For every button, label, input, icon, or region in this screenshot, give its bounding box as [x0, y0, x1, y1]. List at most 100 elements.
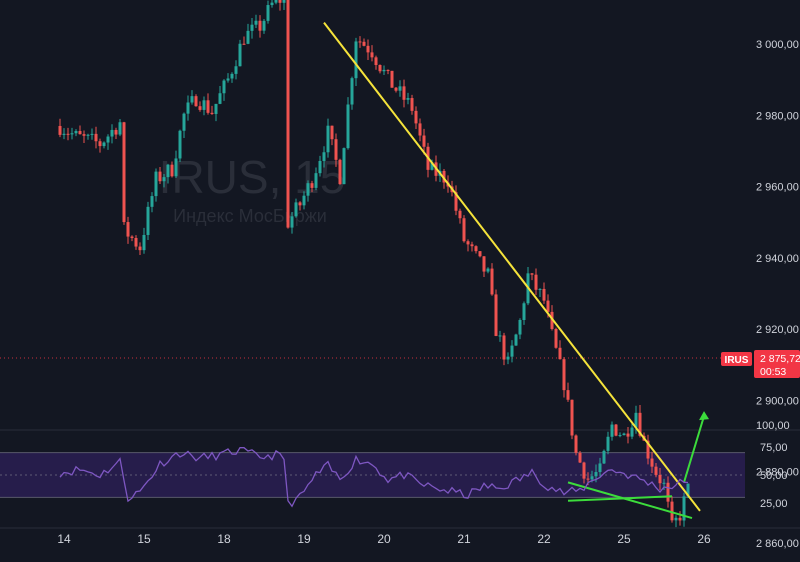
candle [106, 136, 110, 143]
candle [326, 125, 330, 153]
candle [290, 216, 294, 228]
candle [346, 104, 350, 149]
candle [126, 222, 130, 237]
candle [58, 125, 62, 135]
candle [230, 73, 234, 79]
candle [322, 152, 326, 161]
candle [618, 435, 622, 437]
candle [302, 195, 306, 206]
candle [674, 517, 678, 521]
candle [574, 435, 578, 453]
candle [662, 482, 666, 484]
candlestick-chart[interactable]: IRUS, 15 Индекс МосБиржи 3 020,003 000,0… [0, 0, 800, 557]
candle [266, 5, 270, 21]
candle [198, 106, 202, 110]
candle [278, 0, 282, 3]
rsi-tick-label: 25,00 [760, 498, 788, 510]
candle [262, 20, 266, 31]
candle [146, 206, 150, 235]
candle [486, 268, 490, 272]
candle [566, 390, 570, 400]
candle [654, 466, 658, 475]
last-price-value: 2 875,72 [760, 353, 800, 365]
candle [378, 65, 382, 72]
candle [366, 45, 370, 53]
candle [178, 130, 182, 159]
candle [270, 2, 274, 6]
candle [518, 319, 522, 335]
candle [594, 472, 598, 477]
candle [538, 288, 542, 290]
candle [206, 100, 210, 113]
candle [522, 303, 526, 320]
ticker-badge-label: IRUS [725, 355, 749, 366]
candle [606, 436, 610, 451]
candle [102, 142, 106, 147]
candle [158, 171, 162, 182]
time-tick-label: 26 [697, 532, 711, 546]
candle [558, 347, 562, 360]
time-tick-label: 25 [617, 532, 631, 546]
candle [122, 122, 126, 223]
candle [74, 131, 78, 134]
candle [226, 78, 230, 81]
candle [406, 98, 410, 100]
price-tick-label: 2 980,00 [756, 110, 799, 122]
candle [382, 69, 386, 72]
candle [142, 234, 146, 251]
candle [622, 433, 626, 436]
candle [546, 300, 550, 312]
candle [410, 98, 414, 111]
candle [626, 433, 630, 437]
rsi-tick-label: 75,00 [760, 442, 788, 454]
chart-canvas: IRUS, 15 Индекс МосБиржи 3 020,003 000,0… [0, 0, 800, 557]
candle [86, 134, 90, 136]
candle [210, 112, 214, 114]
price-tick-label: 3 000,00 [756, 39, 799, 51]
candle [130, 236, 134, 238]
candle [186, 102, 190, 114]
candle [466, 241, 470, 245]
candle [354, 41, 358, 79]
candle [338, 159, 342, 185]
time-tick-label: 19 [297, 532, 311, 546]
candle [362, 41, 366, 46]
candle [586, 478, 590, 480]
candle [502, 335, 506, 360]
time-tick-label: 21 [457, 532, 471, 546]
candle [578, 452, 582, 463]
candle [314, 173, 318, 188]
candle [246, 30, 250, 44]
candle [666, 482, 670, 502]
candle [678, 517, 682, 521]
candle [374, 57, 378, 66]
candle [358, 41, 362, 43]
candle [658, 474, 662, 484]
candle [418, 123, 422, 136]
candle [234, 66, 238, 74]
time-tick-label: 14 [57, 532, 71, 546]
candle [630, 427, 634, 437]
candle [394, 87, 398, 91]
candle [190, 96, 194, 103]
candle [470, 244, 474, 247]
price-tick-label: 2 940,00 [756, 253, 799, 265]
candle [562, 359, 566, 391]
time-tick-label: 15 [137, 532, 151, 546]
candle [478, 251, 482, 257]
rsi-tick-label: 50,00 [760, 470, 788, 482]
candle [422, 135, 426, 147]
candle [482, 256, 486, 272]
candle [298, 202, 302, 206]
candle [170, 164, 174, 177]
candle [650, 458, 654, 467]
candle [534, 274, 538, 290]
candle [138, 246, 142, 251]
candle [334, 139, 338, 160]
candle [294, 202, 298, 217]
candle [342, 148, 346, 185]
candle [214, 103, 218, 114]
candle [318, 160, 322, 174]
candle [474, 246, 478, 252]
time-tick-label: 20 [377, 532, 391, 546]
